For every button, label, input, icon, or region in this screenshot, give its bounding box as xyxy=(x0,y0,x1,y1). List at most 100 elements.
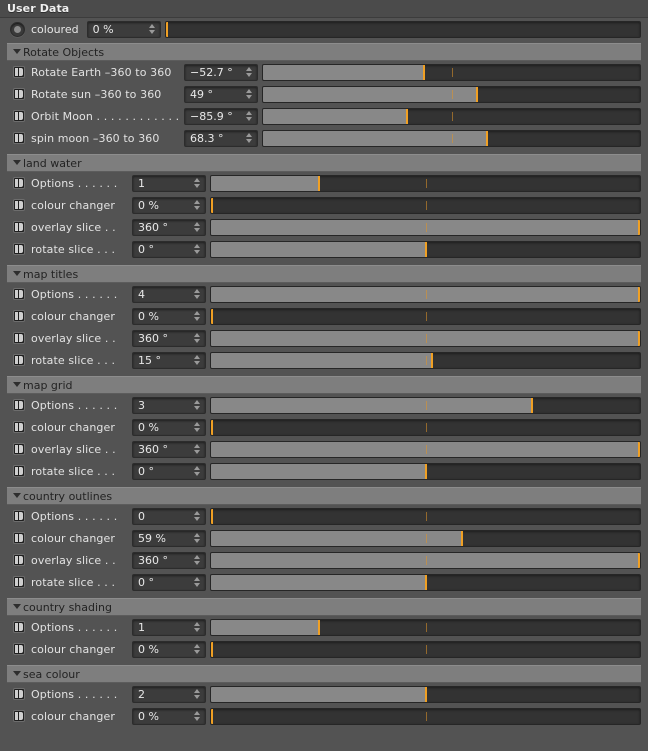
parameter-value-field[interactable]: 0 % xyxy=(132,640,206,658)
stepper-arrows-icon[interactable] xyxy=(148,23,156,35)
keyframe-track-icon[interactable] xyxy=(13,66,25,78)
slider-knob[interactable] xyxy=(638,330,640,346)
stepper-arrows-icon[interactable] xyxy=(194,332,201,344)
parameter-slider[interactable] xyxy=(210,240,641,258)
parameter-slider[interactable] xyxy=(210,573,641,591)
parameter-slider[interactable] xyxy=(210,329,641,347)
section-header-land-water[interactable]: land water xyxy=(7,154,641,172)
parameter-slider[interactable] xyxy=(210,685,641,703)
stepper-arrows-icon[interactable] xyxy=(194,688,201,700)
parameter-slider[interactable] xyxy=(210,707,641,725)
parameter-value-field[interactable]: 0 % xyxy=(132,307,206,325)
stepper-arrows-icon[interactable] xyxy=(194,465,201,477)
parameter-value-field[interactable]: 1 xyxy=(132,174,206,192)
parameter-value-field[interactable]: 0 ° xyxy=(132,462,206,480)
coloured-value-field[interactable]: 0 % xyxy=(86,20,161,38)
parameter-value-field[interactable]: 0 % xyxy=(132,418,206,436)
parameter-slider[interactable] xyxy=(262,129,641,147)
slider-knob[interactable] xyxy=(424,463,427,479)
keyframe-track-icon[interactable] xyxy=(13,554,25,566)
chevron-down-icon[interactable] xyxy=(13,49,21,54)
parameter-slider[interactable] xyxy=(210,196,641,214)
stepper-arrows-icon[interactable] xyxy=(194,199,201,211)
slider-knob[interactable] xyxy=(318,175,321,191)
coloured-slider[interactable] xyxy=(164,20,641,38)
stepper-arrows-icon[interactable] xyxy=(194,310,201,322)
keyframe-track-icon[interactable] xyxy=(13,177,25,189)
parameter-slider[interactable] xyxy=(210,396,641,414)
parameter-value-field[interactable]: 360 ° xyxy=(132,440,206,458)
section-header-country-shading[interactable]: country shading xyxy=(7,598,641,616)
keyframe-track-icon[interactable] xyxy=(13,243,25,255)
keyframe-track-icon[interactable] xyxy=(13,532,25,544)
keyframe-track-icon[interactable] xyxy=(13,510,25,522)
keyframe-track-icon[interactable] xyxy=(13,576,25,588)
parameter-slider[interactable] xyxy=(262,85,641,103)
parameter-value-field[interactable]: 360 ° xyxy=(132,551,206,569)
slider-knob[interactable] xyxy=(424,686,427,702)
chevron-down-icon[interactable] xyxy=(13,271,21,276)
keyframe-track-icon[interactable] xyxy=(13,399,25,411)
parameter-slider[interactable] xyxy=(210,218,641,236)
keyframe-track-icon[interactable] xyxy=(13,421,25,433)
slider-knob[interactable] xyxy=(486,130,489,146)
stepper-arrows-icon[interactable] xyxy=(194,354,201,366)
slider-knob[interactable] xyxy=(638,219,640,235)
stepper-arrows-icon[interactable] xyxy=(194,643,201,655)
slider-knob[interactable] xyxy=(211,197,213,213)
parameter-value-field[interactable]: 59 % xyxy=(132,529,206,547)
parameter-value-field[interactable]: 2 xyxy=(132,685,206,703)
keyframe-track-icon[interactable] xyxy=(13,88,25,100)
parameter-value-field[interactable]: 0 ° xyxy=(132,573,206,591)
parameter-slider[interactable] xyxy=(210,640,641,658)
stepper-arrows-icon[interactable] xyxy=(194,554,201,566)
parameter-value-field[interactable]: 15 ° xyxy=(132,351,206,369)
chevron-down-icon[interactable] xyxy=(13,382,21,387)
parameter-slider[interactable] xyxy=(210,174,641,192)
parameter-slider[interactable] xyxy=(210,307,641,325)
parameter-value-field[interactable]: 0 ° xyxy=(132,240,206,258)
chevron-down-icon[interactable] xyxy=(13,671,21,676)
slider-knob[interactable] xyxy=(165,21,168,37)
stepper-arrows-icon[interactable] xyxy=(194,221,201,233)
slider-knob[interactable] xyxy=(638,286,640,302)
parameter-value-field[interactable]: 49 ° xyxy=(184,85,258,103)
stepper-arrows-icon[interactable] xyxy=(246,110,253,122)
keyframe-track-icon[interactable] xyxy=(13,221,25,233)
slider-knob[interactable] xyxy=(422,64,425,80)
slider-knob[interactable] xyxy=(211,419,213,435)
slider-knob[interactable] xyxy=(405,108,408,124)
slider-knob[interactable] xyxy=(460,530,463,546)
stepper-arrows-icon[interactable] xyxy=(194,177,201,189)
radio-button-selected-icon[interactable] xyxy=(10,21,25,37)
parameter-value-field[interactable]: 4 xyxy=(132,285,206,303)
slider-knob[interactable] xyxy=(476,86,479,102)
stepper-arrows-icon[interactable] xyxy=(194,421,201,433)
parameter-slider[interactable] xyxy=(262,107,641,125)
slider-knob[interactable] xyxy=(318,619,321,635)
stepper-arrows-icon[interactable] xyxy=(194,243,201,255)
keyframe-track-icon[interactable] xyxy=(13,332,25,344)
keyframe-track-icon[interactable] xyxy=(13,465,25,477)
parameter-value-field[interactable]: 0 % xyxy=(132,707,206,725)
stepper-arrows-icon[interactable] xyxy=(246,132,253,144)
slider-knob[interactable] xyxy=(638,441,640,457)
keyframe-track-icon[interactable] xyxy=(13,354,25,366)
parameter-slider[interactable] xyxy=(210,418,641,436)
slider-knob[interactable] xyxy=(211,508,213,524)
stepper-arrows-icon[interactable] xyxy=(194,288,201,300)
parameter-slider[interactable] xyxy=(210,507,641,525)
slider-knob[interactable] xyxy=(211,641,213,657)
stepper-arrows-icon[interactable] xyxy=(194,532,201,544)
parameter-value-field[interactable]: 360 ° xyxy=(132,329,206,347)
section-header-map-titles[interactable]: map titles xyxy=(7,265,641,283)
parameter-value-field[interactable]: −52.7 ° xyxy=(184,63,258,81)
parameter-value-field[interactable]: 0 % xyxy=(132,196,206,214)
parameter-slider[interactable] xyxy=(210,618,641,636)
parameter-slider[interactable] xyxy=(210,440,641,458)
chevron-down-icon[interactable] xyxy=(13,604,21,609)
section-header-sea-colour[interactable]: sea colour xyxy=(7,665,641,683)
parameter-slider[interactable] xyxy=(210,551,641,569)
parameter-slider[interactable] xyxy=(210,351,641,369)
slider-knob[interactable] xyxy=(638,552,640,568)
